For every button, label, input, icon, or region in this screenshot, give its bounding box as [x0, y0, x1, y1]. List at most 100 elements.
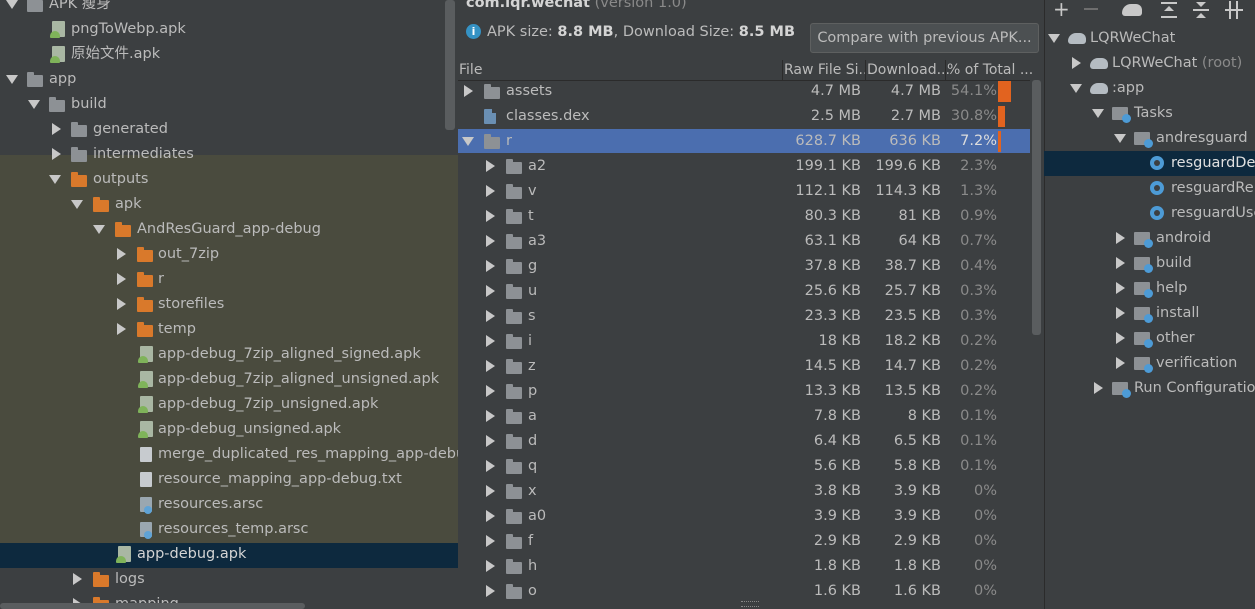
- chevron-down-icon[interactable]: [93, 225, 105, 234]
- chevron-right-icon[interactable]: [486, 185, 495, 197]
- gradle-tree-row[interactable]: andresguard: [1044, 126, 1255, 151]
- apk-table-row[interactable]: r 628.7 KB 636 KB 7.2%: [458, 129, 1030, 153]
- expand-all-icon[interactable]: [1161, 2, 1177, 18]
- chevron-right-icon[interactable]: [52, 148, 61, 160]
- apk-table-row[interactable]: classes.dex 2.5 MB 2.7 MB 30.8%: [458, 104, 1030, 129]
- apk-table-row[interactable]: x 3.8 KB 3.9 KB 0%: [458, 479, 1030, 504]
- chevron-down-icon[interactable]: [462, 137, 474, 146]
- tree-row-temp[interactable]: temp: [0, 317, 458, 342]
- tree-row-file[interactable]: app-debug_7zip_unsigned.apk: [0, 392, 458, 417]
- tree-row-intermediates[interactable]: intermediates: [0, 142, 458, 167]
- gradle-tree-row[interactable]: LQRWeChat: [1044, 26, 1255, 51]
- tree-row-apk-slim[interactable]: APK 瘦身: [0, 0, 458, 17]
- chevron-right-icon[interactable]: [1116, 282, 1125, 294]
- chevron-right-icon[interactable]: [486, 435, 495, 447]
- tree-row-storefiles[interactable]: storefiles: [0, 292, 458, 317]
- chevron-right-icon[interactable]: [486, 460, 495, 472]
- chevron-right-icon[interactable]: [117, 273, 126, 285]
- elephant-icon[interactable]: [1122, 4, 1142, 16]
- tree-row-app[interactable]: app: [0, 67, 458, 92]
- gradle-tree-row[interactable]: LQRWeChat (root): [1044, 51, 1255, 76]
- chevron-right-icon[interactable]: [1094, 382, 1103, 394]
- column-percent[interactable]: % of Total ...: [947, 60, 1033, 80]
- chevron-right-icon[interactable]: [1116, 357, 1125, 369]
- gradle-tree-row[interactable]: resguardUseApk: [1044, 201, 1255, 226]
- apk-table-row[interactable]: v 112.1 KB 114.3 KB 1.3%: [458, 179, 1030, 204]
- chevron-down-icon[interactable]: [71, 200, 83, 209]
- chevron-right-icon[interactable]: [486, 285, 495, 297]
- chevron-right-icon[interactable]: [464, 85, 473, 97]
- chevron-right-icon[interactable]: [486, 235, 495, 247]
- apk-table-row[interactable]: a0 3.9 KB 3.9 KB 0%: [458, 504, 1030, 529]
- apk-table-row[interactable]: assets 4.7 MB 4.7 MB 54.1%: [458, 79, 1030, 104]
- apk-table-row[interactable]: i 18 KB 18.2 KB 0.2%: [458, 329, 1030, 354]
- chevron-right-icon[interactable]: [486, 560, 495, 572]
- gradle-tree-row[interactable]: Run Configurations: [1044, 376, 1255, 401]
- apk-table-row[interactable]: q 5.6 KB 5.8 KB 0.1%: [458, 454, 1030, 479]
- tree-row-outputs[interactable]: outputs: [0, 167, 458, 192]
- chevron-right-icon[interactable]: [486, 160, 495, 172]
- chevron-down-icon[interactable]: [6, 0, 18, 9]
- table-scrollbar[interactable]: [1032, 80, 1041, 335]
- gradle-tree-row[interactable]: Tasks: [1044, 101, 1255, 126]
- chevron-down-icon[interactable]: [1092, 109, 1104, 118]
- chevron-right-icon[interactable]: [486, 260, 495, 272]
- chevron-right-icon[interactable]: [486, 360, 495, 372]
- chevron-right-icon[interactable]: [1116, 332, 1125, 344]
- column-raw-size[interactable]: Raw File Si...: [784, 60, 872, 80]
- tree-row-r[interactable]: r: [0, 267, 458, 292]
- column-file[interactable]: File: [459, 60, 482, 80]
- collapse-all-icon[interactable]: [1193, 2, 1209, 18]
- apk-table-row[interactable]: g 37.8 KB 38.7 KB 0.4%: [458, 254, 1030, 279]
- chevron-right-icon[interactable]: [73, 573, 82, 585]
- chevron-right-icon[interactable]: [486, 335, 495, 347]
- chevron-right-icon[interactable]: [117, 323, 126, 335]
- chevron-right-icon[interactable]: [1072, 57, 1081, 69]
- plus-icon[interactable]: +: [1053, 0, 1070, 19]
- tree-row-andresguard[interactable]: AndResGuard_app-debug: [0, 217, 458, 242]
- tree-row-file[interactable]: app-debug_7zip_aligned_unsigned.apk: [0, 367, 458, 392]
- apk-table-row[interactable]: u 25.6 KB 25.7 KB 0.3%: [458, 279, 1030, 304]
- gradle-tree-row[interactable]: help: [1044, 276, 1255, 301]
- apk-table-row[interactable]: a3 63.1 KB 64 KB 0.7%: [458, 229, 1030, 254]
- tree-row-app-debug-apk[interactable]: app-debug.apk: [0, 542, 458, 567]
- chevron-right-icon[interactable]: [486, 310, 495, 322]
- tree-row-pngtowebp[interactable]: pngToWebp.apk: [0, 17, 458, 42]
- compare-button[interactable]: Compare with previous APK...: [810, 23, 1039, 53]
- vertical-scrollbar[interactable]: [445, 0, 455, 130]
- gradle-tree-row[interactable]: other: [1044, 326, 1255, 351]
- tree-row-file[interactable]: resources.arsc: [0, 492, 458, 517]
- tree-row-file[interactable]: resources_temp.arsc: [0, 517, 458, 542]
- chevron-right-icon[interactable]: [486, 485, 495, 497]
- tree-row-original-apk[interactable]: 原始文件.apk: [0, 42, 458, 67]
- chevron-right-icon[interactable]: [1116, 307, 1125, 319]
- tree-row-file[interactable]: resource_mapping_app-debug.txt: [0, 467, 458, 492]
- chevron-right-icon[interactable]: [486, 410, 495, 422]
- tree-row-file[interactable]: app-debug_7zip_aligned_signed.apk: [0, 342, 458, 367]
- gradle-tree-row[interactable]: :app: [1044, 76, 1255, 101]
- gradle-tree-row[interactable]: install: [1044, 301, 1255, 326]
- chevron-right-icon[interactable]: [117, 298, 126, 310]
- apk-table-row[interactable]: f 2.9 KB 2.9 KB 0%: [458, 529, 1030, 554]
- apk-table-row[interactable]: s 23.3 KB 23.5 KB 0.3%: [458, 304, 1030, 329]
- gradle-tree-row[interactable]: build: [1044, 251, 1255, 276]
- chevron-down-icon[interactable]: [1048, 34, 1060, 43]
- tree-row-build[interactable]: build: [0, 92, 458, 117]
- apk-table-row[interactable]: p 13.3 KB 13.5 KB 0.2%: [458, 379, 1030, 404]
- apk-table-row[interactable]: a2 199.1 KB 199.6 KB 2.3%: [458, 154, 1030, 179]
- chevron-right-icon[interactable]: [486, 585, 495, 597]
- chevron-down-icon[interactable]: [1114, 134, 1126, 143]
- minus-icon[interactable]: [1084, 8, 1098, 10]
- apk-table-row[interactable]: h 1.8 KB 1.8 KB 0%: [458, 554, 1030, 579]
- chevron-down-icon[interactable]: [49, 175, 61, 184]
- chevron-right-icon[interactable]: [486, 535, 495, 547]
- apk-table-row[interactable]: z 14.5 KB 14.7 KB 0.2%: [458, 354, 1030, 379]
- horizontal-scrollbar[interactable]: [0, 603, 305, 609]
- tree-row-file[interactable]: app-debug_unsigned.apk: [0, 417, 458, 442]
- resize-handle[interactable]: [741, 601, 759, 607]
- chevron-right-icon[interactable]: [1116, 257, 1125, 269]
- chevron-right-icon[interactable]: [1116, 232, 1125, 244]
- tree-row-apk-folder[interactable]: apk: [0, 192, 458, 217]
- chevron-right-icon[interactable]: [486, 385, 495, 397]
- tree-row-generated[interactable]: generated: [0, 117, 458, 142]
